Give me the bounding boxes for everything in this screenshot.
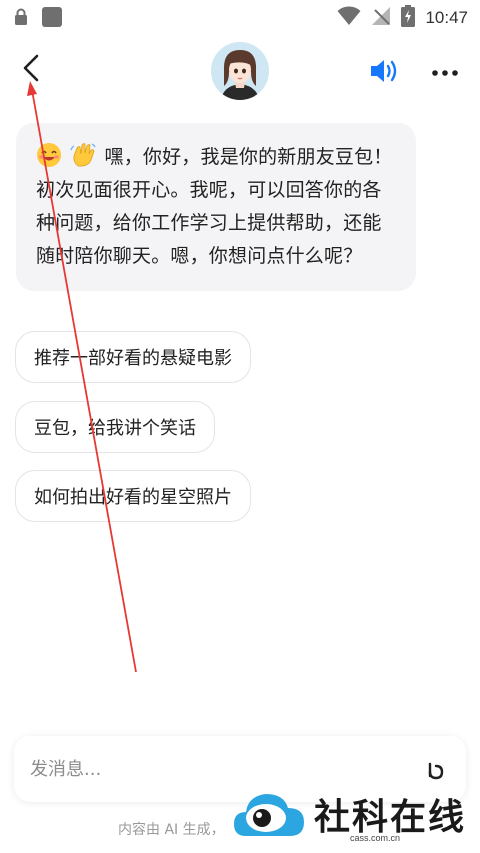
chat-header xyxy=(0,34,480,112)
no-signal-icon xyxy=(371,6,391,30)
speaker-button[interactable] xyxy=(368,56,402,86)
suggestion-chip[interactable]: 推荐一部好看的悬疑电影 xyxy=(15,331,251,383)
app-icon xyxy=(42,7,62,27)
lock-icon xyxy=(14,8,28,26)
back-button[interactable] xyxy=(16,54,46,86)
cloud-eye-icon xyxy=(234,794,304,836)
wave-emoji-icon xyxy=(70,142,96,168)
chevron-left-icon xyxy=(22,54,40,86)
suggestion-chip[interactable]: 豆包，给我讲个笑话 xyxy=(15,401,215,453)
watermark-url: cass.com.cn xyxy=(350,833,401,843)
message-input[interactable] xyxy=(30,758,410,780)
speaker-icon xyxy=(368,60,402,90)
assistant-avatar[interactable] xyxy=(211,42,269,100)
voice-input-icon[interactable] xyxy=(422,756,450,784)
battery-charging-icon xyxy=(401,5,416,31)
bot-message-bubble: 嘿，你好，我是你的新朋友豆包！初次见面很开心。我呢，可以回答你的各种问题，给你工… xyxy=(16,123,416,291)
wifi-icon xyxy=(337,6,361,30)
suggestion-chip[interactable]: 如何拍出好看的星空照片 xyxy=(15,470,251,522)
more-dots-icon xyxy=(431,62,459,81)
status-time: 10:47 xyxy=(425,8,468,27)
smile-emoji-icon xyxy=(36,142,62,168)
status-bar: 10:47 xyxy=(0,0,480,34)
more-button[interactable] xyxy=(428,56,462,86)
watermark-logo: 社科在线 cass.com.cn xyxy=(232,784,472,848)
ai-disclaimer: 内容由 AI 生成， xyxy=(118,822,225,838)
